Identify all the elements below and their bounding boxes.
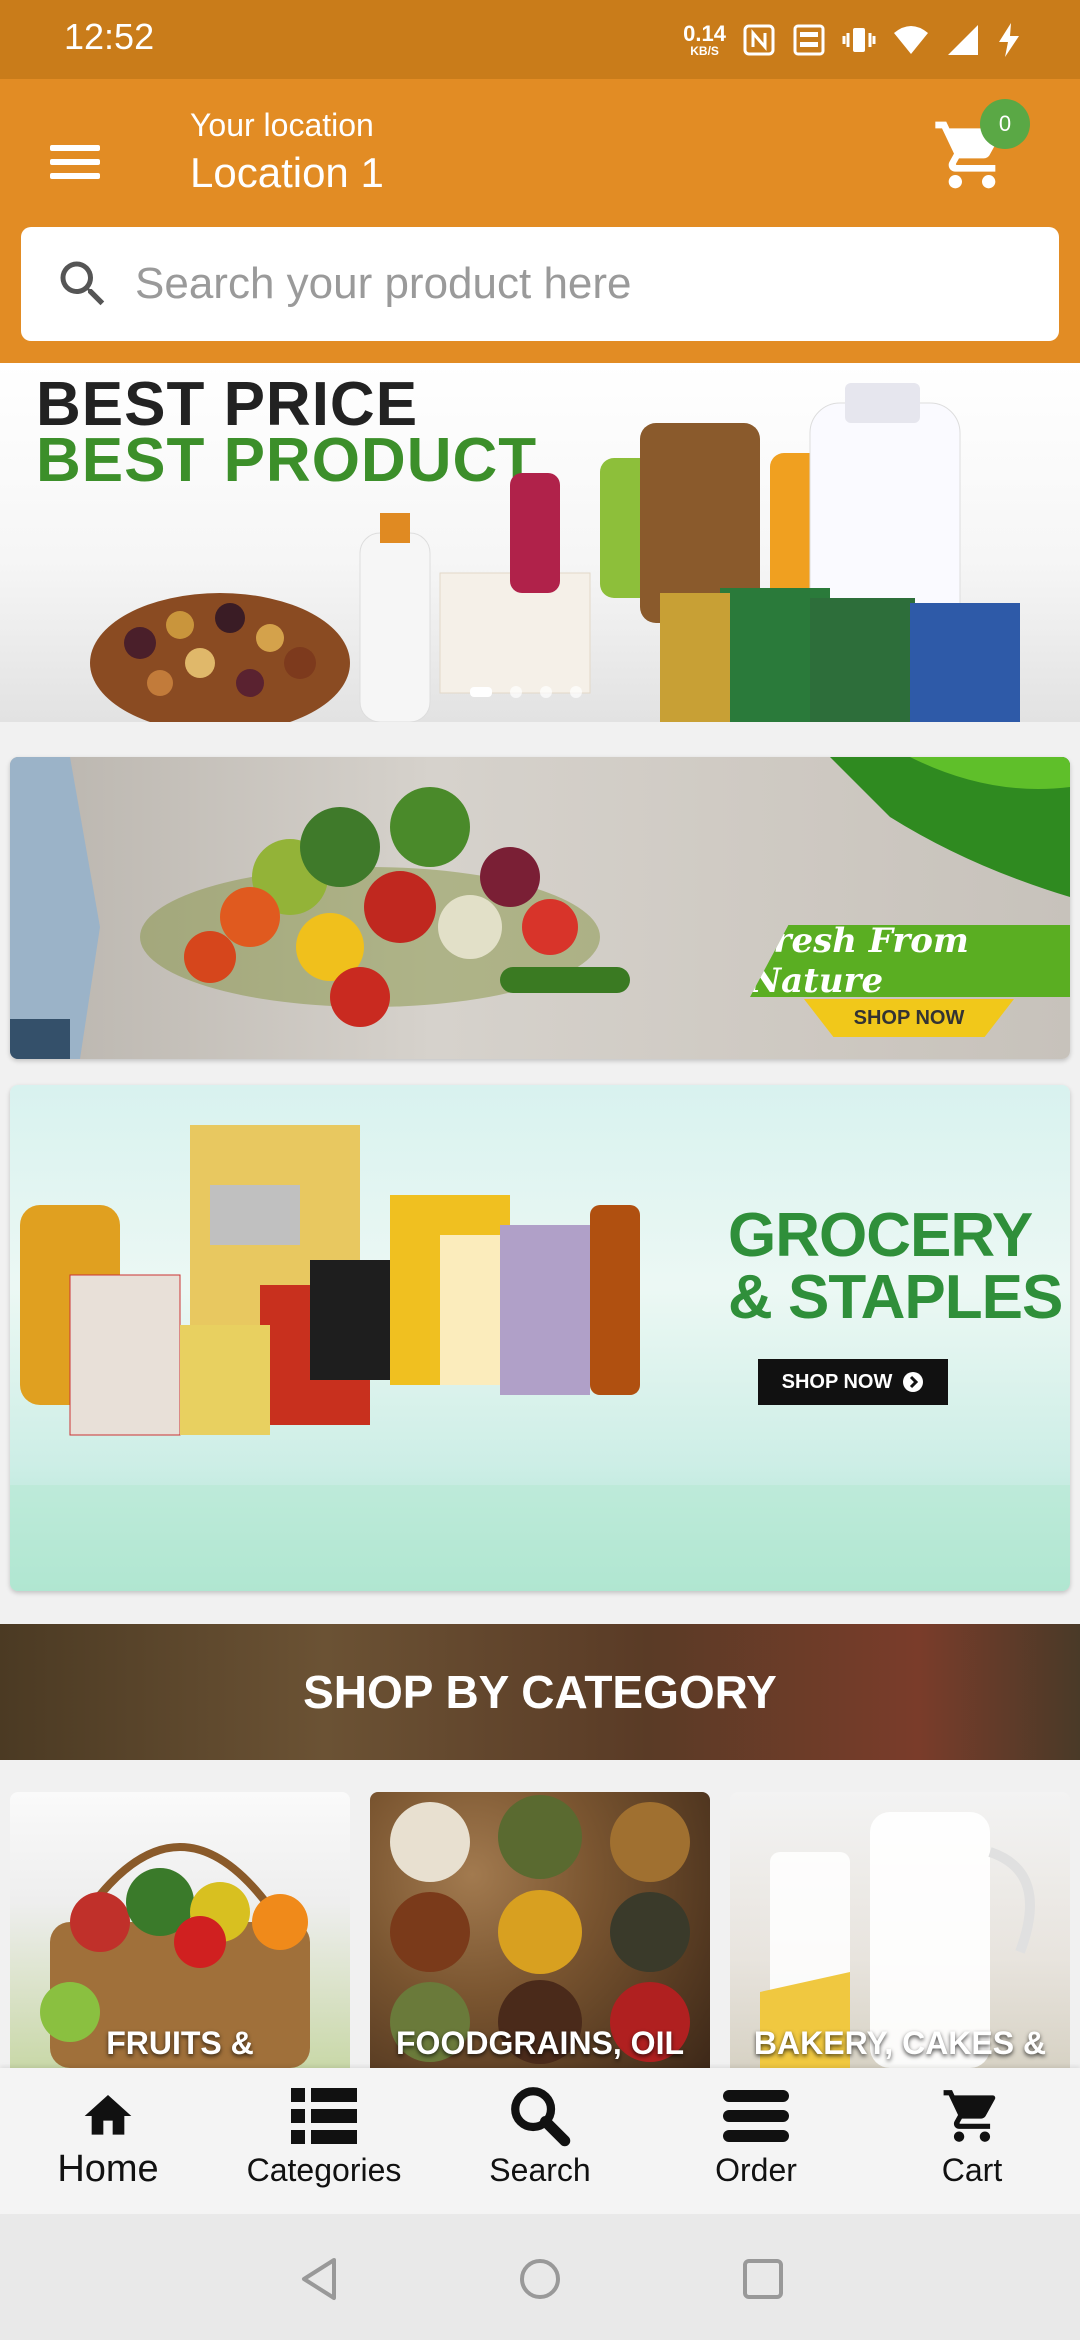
carousel-dot[interactable] xyxy=(510,686,522,698)
system-navigation-bar xyxy=(0,2214,1080,2340)
signal-icon xyxy=(946,23,980,57)
location-label: Your location xyxy=(190,107,374,143)
nav-order[interactable]: Order xyxy=(648,2068,864,2214)
list-icon xyxy=(291,2088,357,2144)
nav-search-label: Search xyxy=(489,2152,591,2188)
recents-icon[interactable] xyxy=(740,2256,786,2302)
menu-icon[interactable] xyxy=(42,135,104,191)
network-speed: 0.14 KB/S xyxy=(683,21,726,58)
nav-search[interactable]: Search xyxy=(432,2068,648,2214)
hero-carousel[interactable]: BEST PRICE BEST PRODUCT xyxy=(0,363,1080,722)
menu-icon xyxy=(723,2090,789,2142)
nav-cart[interactable]: Cart xyxy=(864,2068,1080,2214)
status-icons: 0.14 KB/S xyxy=(683,18,1022,62)
grocery-banner-title: GROCERY & STAPLES xyxy=(728,1201,1063,1332)
shop-by-category-header: SHOP BY CATEGORY xyxy=(0,1624,1080,1760)
search-icon xyxy=(60,261,105,306)
charging-icon xyxy=(996,22,1022,58)
nav-categories-label: Categories xyxy=(246,2152,402,2188)
grocery-title-line2: & STAPLES xyxy=(728,1263,1063,1332)
category-card-fruits[interactable]: FRUITS & xyxy=(10,1792,350,2068)
vibrate-icon xyxy=(842,23,876,57)
bottom-navigation: Home Categories Search Order Cart xyxy=(0,2068,1080,2214)
carousel-dot[interactable] xyxy=(470,687,492,697)
back-icon[interactable] xyxy=(296,2256,342,2302)
status-bar: 12:52 0.14 KB/S xyxy=(0,0,1080,79)
fresh-from-nature-banner[interactable]: Fresh From Nature SHOP NOW xyxy=(10,757,1070,1059)
grocery-title-line1: GROCERY xyxy=(728,1201,1033,1270)
search-input[interactable] xyxy=(135,259,1015,309)
fresh-banner-title: Fresh From Nature xyxy=(750,925,1070,997)
category-card-foodgrains[interactable]: FOODGRAINS, OIL xyxy=(370,1792,710,2068)
cart-icon xyxy=(943,2090,996,2142)
category-section-title: SHOP BY CATEGORY xyxy=(303,1666,777,1718)
nav-categories[interactable]: Categories xyxy=(216,2068,432,2214)
grocery-products-image xyxy=(10,1125,1070,1591)
app-header: Your location Location 1 0 xyxy=(0,79,1080,363)
nav-order-label: Order xyxy=(715,2152,797,2188)
nfc-icon xyxy=(742,23,776,57)
nav-home[interactable]: Home xyxy=(0,2068,216,2214)
network-speed-value: 0.14 xyxy=(683,21,726,46)
app-screen: 12:52 0.14 KB/S Your location Location 1… xyxy=(0,0,1080,2340)
fresh-shop-now-button[interactable]: SHOP NOW xyxy=(804,999,1014,1037)
cart-count-badge: 0 xyxy=(980,99,1030,149)
category-label: FOODGRAINS, OIL xyxy=(396,2025,684,2061)
location-selector[interactable]: Location 1 xyxy=(190,149,384,197)
carousel-dot[interactable] xyxy=(570,686,582,698)
home-icon xyxy=(84,2095,132,2135)
grocery-staples-banner[interactable]: GROCERY & STAPLES SHOP NOW xyxy=(10,1085,1070,1591)
network-speed-unit: KB/S xyxy=(690,44,719,58)
category-label: FRUITS & xyxy=(106,2025,254,2061)
carousel-indicators xyxy=(470,686,582,698)
nav-home-label: Home xyxy=(57,2148,159,2190)
grocery-shop-now-label: SHOP NOW xyxy=(781,1370,893,1393)
volte-icon xyxy=(792,23,826,57)
search-bar[interactable] xyxy=(21,227,1059,341)
carousel-dot[interactable] xyxy=(540,686,552,698)
search-icon xyxy=(511,2087,571,2147)
nav-cart-label: Cart xyxy=(941,2152,1003,2188)
category-label: BAKERY, CAKES & xyxy=(753,2025,1047,2061)
hero-products-image xyxy=(90,383,1020,722)
wifi-icon xyxy=(892,23,930,57)
arrow-circle-icon xyxy=(903,1372,924,1392)
category-card-bakery[interactable]: BAKERY, CAKES & xyxy=(730,1792,1070,2068)
grocery-shop-now-button[interactable]: SHOP NOW xyxy=(758,1359,948,1405)
status-time: 12:52 xyxy=(64,16,155,57)
home-button-icon[interactable] xyxy=(517,2256,563,2302)
